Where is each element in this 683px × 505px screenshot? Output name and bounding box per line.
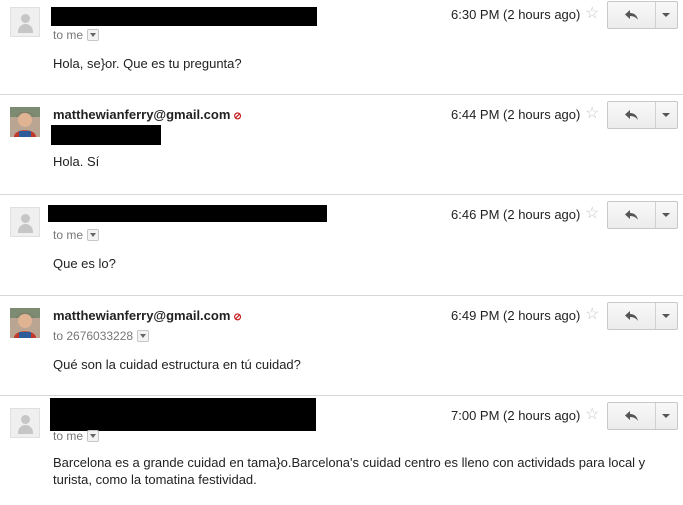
recipient-details-toggle-icon[interactable]	[87, 429, 100, 442]
reply-button[interactable]	[608, 202, 656, 228]
recipient-label: to me	[53, 28, 84, 42]
recipient-label: to me	[53, 429, 84, 443]
message-time: 6:46 PM (2 hours ago)	[451, 207, 581, 222]
star-icon[interactable]: ☆	[585, 407, 599, 423]
message-body: Qué son la cuidad estructura en tú cuida…	[53, 357, 301, 372]
sender-email[interactable]: matthewianferry@gmail.com ⊘	[53, 308, 242, 323]
recipient-details-toggle-icon[interactable]	[87, 28, 100, 41]
reply-button[interactable]	[608, 2, 656, 28]
reply-button-group	[607, 1, 678, 29]
recipient-line[interactable]: to me	[53, 228, 100, 242]
reply-button[interactable]	[608, 303, 656, 329]
star-icon[interactable]: ☆	[585, 206, 599, 222]
message-body: Barcelona es a grande cuidad en tama}o.B…	[53, 455, 646, 487]
message-body: Hola. Sí	[53, 154, 100, 169]
more-actions-button[interactable]	[655, 2, 677, 28]
message-time: 6:49 PM (2 hours ago)	[451, 308, 581, 323]
recipient-details-toggle-icon[interactable]	[137, 329, 150, 342]
recipient-label: to me	[53, 228, 84, 242]
chat-status-icon: ⊘	[233, 312, 242, 323]
reply-button-group	[607, 302, 678, 330]
reply-arrow-icon	[625, 210, 638, 220]
redacted-sender-block	[50, 398, 316, 431]
reply-button-group	[607, 101, 678, 129]
redacted-recipient-block	[51, 125, 161, 145]
reply-arrow-icon	[625, 10, 638, 20]
reply-button[interactable]	[608, 102, 656, 128]
message-4[interactable]: matthewianferry@gmail.com ⊘ to 2676033228…	[0, 296, 683, 396]
message-body: Que es lo?	[53, 256, 116, 271]
more-actions-button[interactable]	[655, 102, 677, 128]
star-icon[interactable]: ☆	[585, 307, 599, 323]
reply-button-group	[607, 402, 678, 430]
reply-arrow-icon	[625, 110, 638, 120]
message-5[interactable]: to me 7:00 PM (2 hours ago) ☆ Barcelona …	[0, 396, 683, 505]
sender-avatar-photo	[10, 308, 40, 338]
message-time: 7:00 PM (2 hours ago)	[451, 408, 581, 423]
recipient-line[interactable]: to 2676033228	[53, 329, 150, 343]
message-1[interactable]: to me 6:30 PM (2 hours ago) ☆ Hola, se}o…	[0, 0, 683, 95]
default-avatar-icon	[10, 7, 40, 37]
more-actions-button[interactable]	[655, 202, 677, 228]
redacted-sender-block	[48, 205, 327, 222]
more-actions-button[interactable]	[655, 303, 677, 329]
recipient-details-toggle-icon[interactable]	[87, 228, 100, 241]
recipient-line[interactable]: to me	[53, 28, 100, 42]
redacted-sender-block	[51, 7, 317, 26]
star-icon[interactable]: ☆	[585, 6, 599, 22]
message-time: 6:30 PM (2 hours ago)	[451, 7, 581, 22]
sender-avatar-photo	[10, 107, 40, 137]
message-3[interactable]: to me 6:46 PM (2 hours ago) ☆ Que es lo?	[0, 195, 683, 296]
conversation-thread: to me 6:30 PM (2 hours ago) ☆ Hola, se}o…	[0, 0, 683, 505]
sender-email[interactable]: matthewianferry@gmail.com ⊘	[53, 107, 242, 122]
reply-arrow-icon	[625, 411, 638, 421]
star-icon[interactable]: ☆	[585, 106, 599, 122]
chat-status-icon: ⊘	[233, 111, 242, 122]
more-actions-button[interactable]	[655, 403, 677, 429]
message-2[interactable]: matthewianferry@gmail.com ⊘ 6:44 PM (2 ho…	[0, 95, 683, 195]
message-body: Hola, se}or. Que es tu pregunta?	[53, 56, 242, 71]
reply-button[interactable]	[608, 403, 656, 429]
sender-email-text: matthewianferry@gmail.com	[53, 107, 231, 122]
sender-email-text: matthewianferry@gmail.com	[53, 308, 231, 323]
default-avatar-icon	[10, 207, 40, 237]
recipient-line[interactable]: to me	[53, 429, 100, 443]
message-time: 6:44 PM (2 hours ago)	[451, 107, 581, 122]
default-avatar-icon	[10, 408, 40, 438]
recipient-label: to 2676033228	[53, 329, 134, 343]
reply-arrow-icon	[625, 311, 638, 321]
reply-button-group	[607, 201, 678, 229]
